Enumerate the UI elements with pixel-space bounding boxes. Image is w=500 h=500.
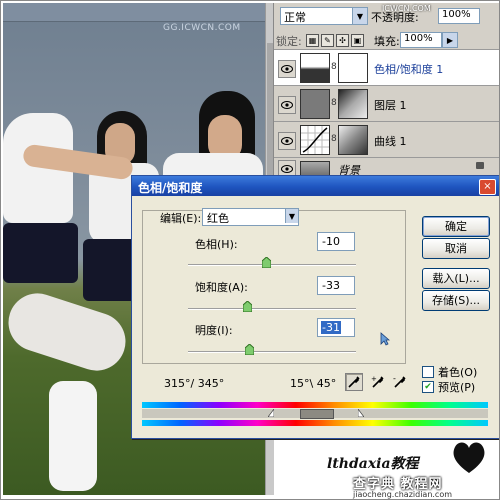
panel-watermark: ICWCN.COM (382, 4, 431, 13)
fill-label: 填充: (374, 35, 400, 48)
layer-mask-thumbnail[interactable] (338, 53, 368, 83)
saturation-slider-track[interactable] (188, 308, 356, 310)
hue-saturation-dialog: 色相/饱和度 × 编辑(E): 红色 ▼ 色相(H): -10 饱和度(A): … (131, 175, 499, 439)
photo-figure-left-shorts (3, 223, 78, 283)
heart-logo-icon (453, 442, 485, 473)
saturation-value: -33 (322, 279, 340, 292)
load-button[interactable]: 载入(L)... (422, 268, 490, 289)
lock-brush-icon[interactable]: ✎ (321, 34, 334, 47)
svg-text:+: + (371, 375, 377, 383)
blend-mode-value: 正常 (284, 11, 306, 24)
photo-sock (49, 381, 97, 491)
layer-thumbnail-gray (300, 89, 330, 119)
lock-all-icon[interactable]: ▣ (351, 34, 364, 47)
lightness-input[interactable]: -31 (317, 318, 355, 337)
layer-row-curves[interactable]: 8 曲线 1 (274, 121, 499, 158)
lightness-label: 明度(I): (195, 324, 233, 337)
range-handle-right[interactable] (358, 409, 364, 417)
edit-label: 编辑(E): (160, 212, 202, 225)
svg-text:-: - (393, 374, 396, 383)
chevron-down-icon[interactable]: ▼ (352, 8, 367, 24)
adjustment-group (142, 210, 406, 364)
preview-checkbox[interactable]: ✔ (422, 381, 434, 393)
opacity-input[interactable]: 100% (438, 8, 480, 24)
visibility-eye-icon[interactable] (278, 96, 296, 114)
lightness-value: -31 (321, 321, 341, 334)
hue-input[interactable]: -10 (317, 232, 355, 251)
hue-label: 色相(H): (195, 238, 238, 251)
edit-range-value: 红色 (207, 212, 229, 225)
color-range-selection[interactable] (300, 409, 334, 419)
range-right-readout: 15°\ 45° (290, 377, 337, 390)
lock-label: 锁定: (276, 35, 302, 48)
dialog-titlebar[interactable]: 色相/饱和度 × (132, 176, 499, 196)
eyedropper-minus-icon[interactable]: - (391, 373, 409, 391)
fill-arrow-icon[interactable]: ▶ (442, 32, 458, 48)
lightness-slider-track[interactable] (188, 351, 356, 353)
opacity-value: 100% (442, 9, 471, 20)
hue-slider-track[interactable] (188, 264, 356, 266)
eyedropper-plus-icon[interactable]: + (369, 373, 387, 391)
hue-value: -10 (322, 235, 340, 248)
layer-mask-thumbnail[interactable] (338, 125, 368, 155)
fill-value: 100% (404, 33, 433, 44)
link-chain-icon: 8 (331, 98, 337, 108)
saturation-label: 饱和度(A): (195, 281, 248, 294)
edit-range-select[interactable]: 红色 ▼ (202, 208, 299, 226)
blend-mode-select[interactable]: 正常 ▼ (280, 7, 368, 25)
eyedropper-icon[interactable] (345, 373, 363, 391)
layer-name: 图层 1 (374, 99, 407, 112)
layer-mask-thumbnail[interactable] (338, 89, 368, 119)
ok-button[interactable]: 确定 (422, 216, 490, 237)
visibility-eye-icon[interactable] (278, 132, 296, 150)
screenshot-frame: GG.ICWCN.COM 正常 ▼ 不透明度: 100% ICWCN.COM 锁… (0, 0, 500, 500)
saturation-input[interactable]: -33 (317, 276, 355, 295)
saturation-slider-thumb[interactable] (243, 301, 252, 312)
lock-move-icon[interactable]: ✣ (336, 34, 349, 47)
curves-icon (300, 125, 330, 155)
layer-name: 曲线 1 (374, 135, 407, 148)
range-left-readout: 315°/ 345° (164, 377, 225, 390)
save-button[interactable]: 存储(S)... (422, 290, 490, 311)
layers-panel: 正常 ▼ 不透明度: 100% ICWCN.COM 锁定: ▦ ✎ ✣ ▣ 填充… (273, 3, 499, 183)
url-watermark: jiaocheng.chazidian.com (353, 490, 453, 499)
link-chain-icon: 8 (331, 62, 337, 72)
link-chain-icon: 8 (331, 134, 337, 144)
hue-slider-thumb[interactable] (262, 257, 271, 268)
range-handle-left[interactable] (268, 409, 274, 417)
dialog-title: 色相/饱和度 (138, 181, 203, 195)
colorize-checkbox[interactable] (422, 366, 434, 378)
layer-name: 色相/饱和度 1 (374, 63, 444, 76)
visibility-eye-icon[interactable] (278, 60, 296, 78)
layer-row-hue-saturation[interactable]: 8 色相/饱和度 1 (274, 49, 499, 86)
source-color-bar (142, 402, 488, 408)
fill-input[interactable]: 100% (400, 32, 442, 48)
mouse-cursor-icon (380, 332, 390, 346)
canvas-watermark: GG.ICWCN.COM (163, 23, 241, 33)
lock-transparency-icon[interactable]: ▦ (306, 34, 319, 47)
canvas-header-bar (3, 3, 265, 22)
lightness-slider-thumb[interactable] (245, 344, 254, 355)
colorize-label: 着色(O) (438, 366, 478, 379)
lock-icon (476, 162, 484, 169)
preview-label: 预览(P) (438, 381, 476, 394)
result-color-bar (142, 420, 488, 426)
close-icon[interactable]: × (479, 179, 496, 195)
adjustment-layer-icon (300, 53, 330, 83)
chevron-down-icon[interactable]: ▼ (285, 209, 298, 223)
signature-watermark: lthdaxia教程 (327, 456, 419, 472)
layer-row-layer-1[interactable]: 8 图层 1 (274, 85, 499, 122)
cancel-button[interactable]: 取消 (422, 238, 490, 259)
